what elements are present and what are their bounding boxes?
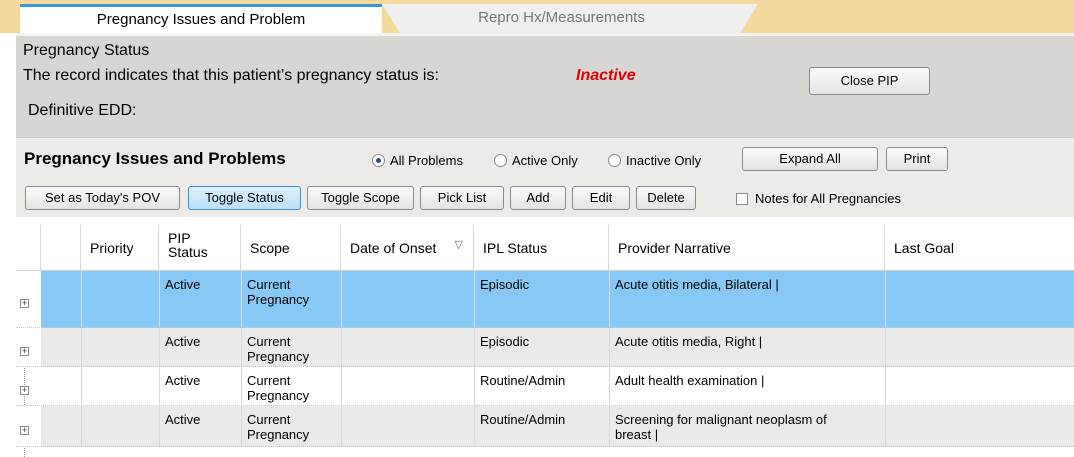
- tab-strip: Pregnancy Issues and Problem Repro Hx/Me…: [0, 0, 1074, 33]
- column-divider: [474, 328, 475, 366]
- pregnancy-status-title: Pregnancy Status: [23, 42, 150, 59]
- cell-scope: Current Pregnancy: [247, 277, 310, 307]
- header-scope[interactable]: Scope: [241, 225, 341, 271]
- column-divider: [159, 271, 160, 327]
- cell-ipl-status: Routine/Admin: [480, 412, 566, 427]
- problems-title: Pregnancy Issues and Problems: [24, 149, 286, 168]
- radio-inactive-only-label: Inactive Only: [626, 153, 702, 168]
- column-divider: [81, 271, 82, 327]
- radio-unselected-icon: [608, 154, 621, 167]
- radio-active-only-label: Active Only: [512, 153, 578, 168]
- problems-grid: Priority PIP Status Scope Date of Onset ▽ …: [16, 225, 1074, 457]
- radio-selected-icon: [372, 154, 385, 167]
- column-divider: [474, 367, 475, 405]
- table-row[interactable]: + Active Current Pregnancy Routine/Admin Scre…: [16, 406, 1074, 447]
- column-divider: [609, 367, 610, 405]
- cell-pip-status: Active: [165, 334, 201, 349]
- header-last-goal[interactable]: Last Goal: [885, 225, 1074, 271]
- cell-narrative: Acute otitis media, Bilateral |: [615, 277, 779, 292]
- toggle-status-button[interactable]: Toggle Status: [188, 186, 301, 210]
- cell-narrative: Screening for malignant neoplasm of breas…: [615, 412, 827, 442]
- column-divider: [241, 406, 242, 446]
- header-date-of-onset[interactable]: Date of Onset ▽: [341, 225, 474, 271]
- column-divider: [159, 406, 160, 446]
- checkbox-icon: [736, 193, 748, 205]
- column-divider: [341, 271, 342, 327]
- column-divider: [81, 367, 82, 405]
- column-divider: [241, 271, 242, 327]
- expand-plus-icon[interactable]: +: [20, 299, 29, 308]
- column-divider: [885, 271, 886, 327]
- close-pip-button[interactable]: Close PIP: [809, 67, 930, 95]
- header-ipl-status[interactable]: IPL Status: [474, 225, 609, 271]
- edit-button[interactable]: Edit: [572, 186, 630, 210]
- expand-all-button[interactable]: Expand All: [742, 147, 878, 171]
- expand-plus-icon[interactable]: +: [20, 426, 29, 435]
- notes-all-pregnancies-checkbox[interactable]: Notes for All Pregnancies: [736, 191, 901, 206]
- problems-toolbar: Pregnancy Issues and Problems All Proble…: [16, 137, 1074, 217]
- column-divider: [341, 406, 342, 446]
- delete-button[interactable]: Delete: [636, 186, 696, 210]
- cell-scope: Current Pregnancy: [247, 373, 310, 403]
- cell-pip-status: Active: [165, 277, 201, 292]
- column-divider: [241, 367, 242, 405]
- table-row[interactable]: + Active Current Pregnancy Routine/Admin Adul…: [16, 367, 1074, 406]
- radio-active-only[interactable]: Active Only: [494, 153, 578, 168]
- header-pip-status[interactable]: PIP Status: [159, 225, 241, 271]
- add-button[interactable]: Add: [510, 186, 566, 210]
- print-button[interactable]: Print: [886, 147, 948, 171]
- column-divider: [609, 328, 610, 366]
- column-divider: [341, 367, 342, 405]
- header-indicator: [41, 225, 81, 271]
- column-divider: [885, 406, 886, 446]
- column-divider: [341, 328, 342, 366]
- column-divider: [81, 406, 82, 446]
- radio-all-problems[interactable]: All Problems: [372, 153, 463, 168]
- column-divider: [885, 367, 886, 405]
- cell-pip-status: Active: [165, 412, 201, 427]
- cell-scope: Current Pregnancy: [247, 334, 310, 364]
- pick-list-button[interactable]: Pick List: [420, 186, 504, 210]
- column-divider: [474, 271, 475, 327]
- header-priority[interactable]: Priority: [81, 225, 159, 271]
- toggle-scope-button[interactable]: Toggle Scope: [307, 186, 414, 210]
- header-expander: [16, 225, 41, 271]
- definitive-edd-label: Definitive EDD:: [28, 102, 137, 119]
- cell-pip-status: Active: [165, 373, 201, 388]
- column-divider: [159, 328, 160, 366]
- set-todays-pov-button[interactable]: Set as Today's POV: [25, 186, 180, 210]
- expand-plus-icon[interactable]: +: [20, 386, 29, 395]
- column-divider: [885, 328, 886, 366]
- cell-narrative: Acute otitis media, Right |: [615, 334, 763, 349]
- column-divider: [474, 406, 475, 446]
- table-row[interactable]: + Active Current Pregnancy Episodic Acute oti…: [16, 271, 1074, 328]
- pregnancy-status-value: Inactive: [576, 67, 636, 84]
- notes-all-pregnancies-label: Notes for All Pregnancies: [755, 191, 901, 206]
- header-provider-narrative[interactable]: Provider Narrative: [609, 225, 885, 271]
- radio-inactive-only[interactable]: Inactive Only: [608, 153, 701, 168]
- radio-unselected-icon: [494, 154, 507, 167]
- cell-ipl-status: Episodic: [480, 277, 530, 292]
- column-divider: [609, 406, 610, 446]
- sort-descending-icon: ▽: [454, 239, 463, 251]
- cell-ipl-status: Episodic: [480, 334, 530, 349]
- pregnancy-status-text: The record indicates that this patient’s…: [23, 67, 439, 84]
- expand-plus-icon[interactable]: +: [20, 347, 29, 356]
- column-divider: [241, 328, 242, 366]
- column-divider: [159, 367, 160, 405]
- column-divider: [609, 271, 610, 327]
- table-row[interactable]: + Active Current Pregnancy Episodic Acute oti…: [16, 328, 1074, 367]
- cell-scope: Current Pregnancy: [247, 412, 310, 442]
- tab-pregnancy-issues[interactable]: Pregnancy Issues and Problem: [20, 4, 400, 33]
- radio-all-problems-label: All Problems: [390, 153, 463, 168]
- cell-ipl-status: Routine/Admin: [480, 373, 566, 388]
- tab-repro-hx[interactable]: Repro Hx/Measurements: [382, 4, 758, 33]
- cell-narrative: Adult health examination |: [615, 373, 765, 388]
- column-divider: [81, 328, 82, 366]
- pregnancy-status-panel: Pregnancy Status The record indicates th…: [16, 33, 1074, 137]
